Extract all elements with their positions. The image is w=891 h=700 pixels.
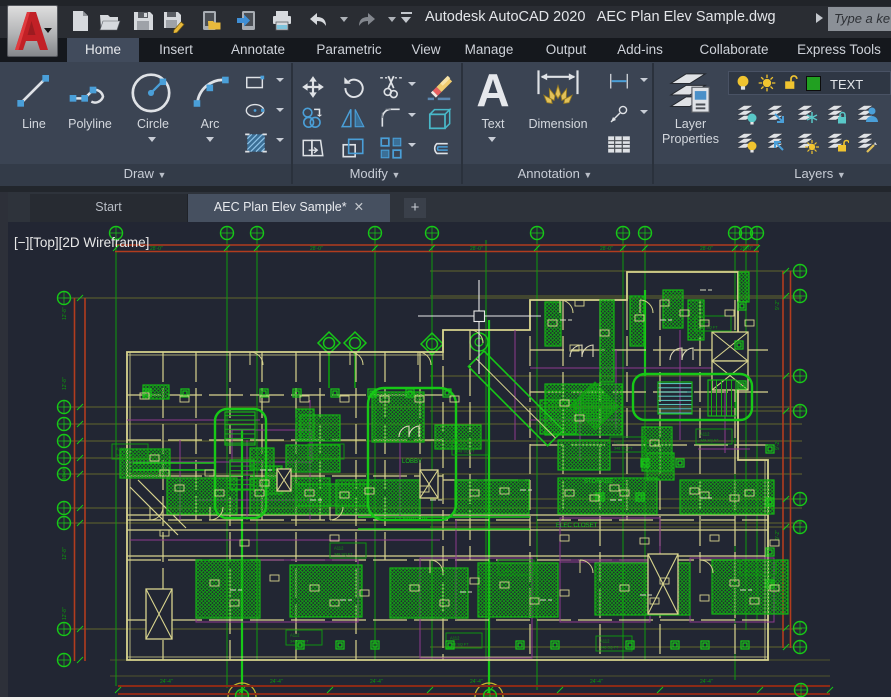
svg-text:A112: A112 bbox=[744, 563, 754, 568]
svg-text:348 SQ FT: 348 SQ FT bbox=[502, 570, 521, 574]
svg-text:24'-4": 24'-4" bbox=[470, 679, 483, 685]
svg-text:348 SQ FT: 348 SQ FT bbox=[450, 643, 469, 647]
svg-text:12'-8": 12'-8" bbox=[62, 307, 68, 320]
svg-text:STORAGE: STORAGE bbox=[584, 479, 613, 485]
svg-text:A112: A112 bbox=[456, 443, 466, 448]
svg-text:A112: A112 bbox=[502, 563, 512, 568]
svg-text:348 SQ FT: 348 SQ FT bbox=[312, 454, 331, 458]
svg-text:A112: A112 bbox=[116, 447, 126, 452]
svg-text:24'-4": 24'-4" bbox=[160, 679, 173, 685]
svg-text:CORRIDOR: CORRIDOR bbox=[395, 517, 428, 523]
svg-text:12'-8": 12'-8" bbox=[62, 377, 68, 390]
svg-text:28'-0": 28'-0" bbox=[700, 246, 713, 252]
svg-text:ELEC CLOSET: ELEC CLOSET bbox=[556, 523, 598, 529]
svg-text:A112: A112 bbox=[450, 636, 460, 641]
svg-text:A112: A112 bbox=[334, 546, 344, 551]
svg-text:24'-4": 24'-4" bbox=[270, 679, 283, 685]
svg-text:A112: A112 bbox=[699, 319, 709, 324]
svg-text:A112: A112 bbox=[312, 447, 322, 452]
svg-text:12'-8": 12'-8" bbox=[62, 547, 68, 560]
svg-text:28'-0": 28'-0" bbox=[600, 246, 613, 252]
svg-text:28'-0": 28'-0" bbox=[470, 246, 483, 252]
svg-text:348 SQ FT: 348 SQ FT bbox=[116, 454, 135, 458]
svg-text:28'-0": 28'-0" bbox=[150, 246, 163, 252]
svg-text:A112: A112 bbox=[614, 440, 624, 445]
svg-text:24'-4": 24'-4" bbox=[700, 679, 713, 685]
svg-text:348 SQ FT: 348 SQ FT bbox=[456, 450, 475, 454]
svg-text:348 SQ FT: 348 SQ FT bbox=[700, 439, 719, 443]
svg-text:24'-4": 24'-4" bbox=[370, 679, 383, 685]
svg-text:A112: A112 bbox=[550, 394, 560, 399]
svg-text:28'-0": 28'-0" bbox=[740, 246, 753, 252]
svg-text:24'-4": 24'-4" bbox=[590, 679, 603, 685]
svg-text:[−][Top][2D Wireframe]: [−][Top][2D Wireframe] bbox=[14, 235, 149, 250]
svg-text:9'-2": 9'-2" bbox=[775, 530, 781, 540]
svg-text:9'-2": 9'-2" bbox=[775, 300, 781, 310]
svg-text:A112: A112 bbox=[290, 633, 300, 638]
svg-text:12'-8": 12'-8" bbox=[62, 467, 68, 480]
svg-text:348 SQ FT: 348 SQ FT bbox=[744, 570, 763, 574]
svg-text:9'-2": 9'-2" bbox=[775, 440, 781, 450]
svg-text:348 SQ FT: 348 SQ FT bbox=[600, 646, 619, 650]
svg-text:348 SQ FT: 348 SQ FT bbox=[334, 553, 353, 557]
svg-text:28'-0": 28'-0" bbox=[310, 246, 323, 252]
svg-text:A112: A112 bbox=[600, 639, 610, 644]
svg-text:LOBBY: LOBBY bbox=[402, 459, 422, 465]
svg-text:12'-8": 12'-8" bbox=[62, 607, 68, 620]
svg-text:A112: A112 bbox=[700, 432, 710, 437]
svg-text:348 SQ FT: 348 SQ FT bbox=[614, 447, 633, 451]
